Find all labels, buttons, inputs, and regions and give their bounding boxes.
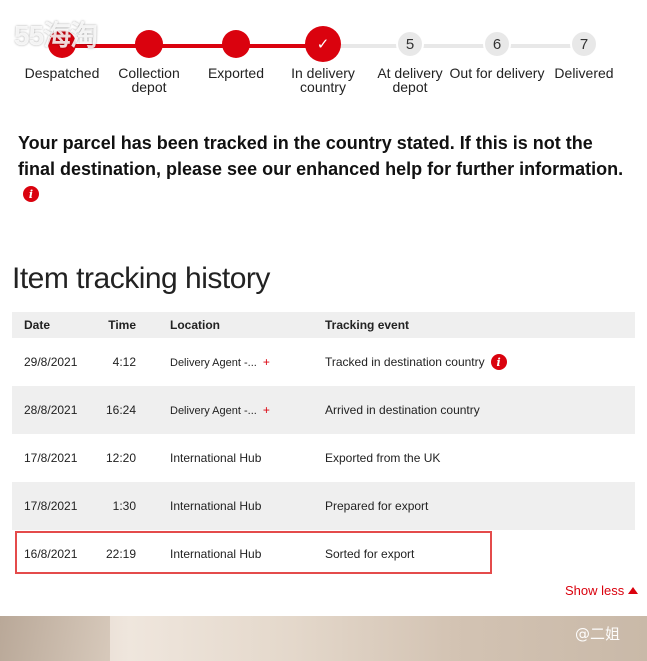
row-event: Prepared for export [325,499,429,513]
step-dot [135,30,163,58]
tracking-status-message: Your parcel has been tracked in the coun… [18,133,624,179]
table-row: 28/8/2021 16:24 Delivery Agent -... + Arr… [12,386,635,434]
step-at-delivery-depot: 5 At delivery depot [360,30,460,94]
expand-location-button[interactable]: + [263,355,270,369]
column-header-location: Location [170,318,220,332]
caret-up-icon [628,587,639,594]
row-location: Delivery Agent -... + [136,403,325,417]
row-time: 4:12 [112,355,136,369]
row-event: Exported from the UK [325,451,441,465]
watermark-logo: 55海淘 [14,20,98,51]
row-event: Arrived in destination country [325,403,480,417]
event-text: Tracked in destination country [325,355,485,369]
row-time: 12:20 [105,451,136,465]
row-date: 29/8/2021 [24,355,78,369]
step-number: 6 [483,30,511,58]
row-date: 17/8/2021 [24,451,78,465]
step-number: 7 [570,30,598,58]
show-less-link[interactable]: Show less [565,583,639,598]
table-header: Date Time Location Tracking event [12,312,635,338]
step-collection-depot: Collection depot [99,30,199,94]
show-less-label: Show less [565,583,625,598]
step-label: Collection depot [118,65,180,95]
column-header-event: Tracking event [325,318,410,332]
step-label: In delivery country [291,65,355,95]
checkmark-icon: ✓ [305,26,341,62]
info-icon[interactable]: i [490,354,507,370]
step-dot [222,30,250,58]
step-exported: Exported [186,30,286,80]
expand-location-button[interactable]: + [263,403,270,417]
watermark-author: @二姐 [575,625,621,643]
step-in-delivery-country: ✓ In delivery country [273,26,373,95]
location-text: Delivery Agent -... [170,357,257,369]
highlight-annotation-box [15,531,492,574]
table-row: 29/8/2021 4:12 Delivery Agent -... + Trac… [12,338,635,386]
location-text: Delivery Agent -... [170,405,257,417]
step-delivered: 7 Delivered [534,30,634,80]
table-row: 17/8/2021 1:30 International Hub Prepare… [12,482,635,530]
row-location: International Hub [170,499,262,513]
step-label: Delivered [554,65,614,81]
row-date: 17/8/2021 [24,499,78,513]
row-date: 28/8/2021 [24,403,78,417]
step-label: Despatched [24,65,100,81]
info-icon[interactable]: i [23,186,39,202]
row-time: 16:24 [105,403,136,417]
step-label: At delivery depot [377,65,443,95]
step-label: Out for delivery [449,65,545,81]
column-header-time: Time [108,318,136,332]
step-label: Exported [207,65,265,81]
row-event: Tracked in destination country i [325,354,507,370]
step-out-for-delivery: 6 Out for delivery [447,30,547,80]
row-location: International Hub [170,451,262,465]
tracking-history-title: Item tracking history [12,262,270,295]
footer-banner-image [0,616,647,661]
table-row: 17/8/2021 12:20 International Hub Export… [12,434,635,482]
row-time: 1:30 [112,499,136,513]
step-number: 5 [396,30,424,58]
column-header-date: Date [24,318,51,332]
row-location: Delivery Agent -... + [136,355,325,369]
